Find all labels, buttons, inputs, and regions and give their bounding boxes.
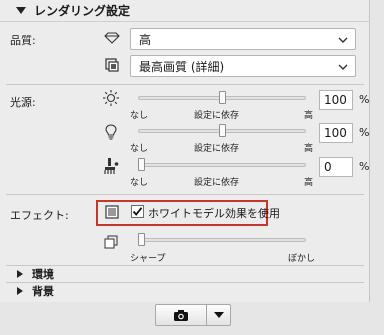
slider-thumb[interactable] [218,124,226,137]
white-model-icon [102,202,122,222]
blur-label: ぼかし [288,254,316,264]
chevron-down-icon [337,34,349,48]
percent-unit: % [359,93,370,106]
divider [6,84,364,85]
quality-select[interactable]: 高 [130,28,356,50]
texture-icon [102,55,122,75]
diamond-icon [102,28,122,48]
effect-label: エフェクト: [10,209,69,222]
slider-min-label: なし [130,111,149,121]
light-3-value: 0 [324,160,332,174]
snapshot-button[interactable] [155,304,207,326]
light-2-value: 100 [324,126,347,140]
light-slider-2[interactable] [138,124,306,137]
sharp-label: シャープ [130,254,166,264]
slider-thumb[interactable] [138,158,145,171]
light-1-value: 100 [324,93,347,107]
background-label: 背景 [32,285,54,298]
percent-unit: % [359,126,370,139]
snapshot-menu-button[interactable] [207,304,231,326]
light-1-value-input[interactable]: 100 [319,90,353,110]
slider-min-label: なし [130,144,149,154]
bottom-toolbar [155,304,231,326]
expand-triangle-icon [17,287,23,295]
camera-icon [174,309,188,321]
bulb-icon [101,122,121,142]
quality-label: 品質: [10,34,36,47]
rendering-panel: レンダリング設定 品質: 高 最高画質 (詳細) 光源: なし 設定に依存 高 … [0,0,370,302]
chevron-down-icon [337,61,349,75]
slider-min-label: なし [130,178,149,188]
slider-mid-label: 設定に依存 [194,144,240,154]
dropdown-arrow-icon [213,312,224,318]
light-3-value-input[interactable]: 0 [319,157,353,177]
rendering-settings-header[interactable]: レンダリング設定 [0,0,370,22]
percent-unit: % [359,160,370,173]
white-model-checkbox[interactable] [131,205,144,218]
light-label: 光源: [10,96,36,109]
sun-icon [101,88,121,108]
slider-max-label: 高 [304,111,314,121]
brush-icon [101,156,121,176]
section-title: レンダリング設定 [34,4,131,18]
light-slider-1[interactable] [138,91,306,104]
background-section[interactable]: 背景 [0,283,370,299]
expand-triangle-icon [17,270,23,278]
detail-select[interactable]: 最高画質 (詳細) [130,55,356,77]
environment-section[interactable]: 環境 [0,266,370,282]
slider-max-label: 高 [304,144,314,154]
checkmark-icon [132,207,143,216]
collapse-triangle-icon [16,7,26,14]
slider-thumb[interactable] [138,233,145,246]
light-2-value-input[interactable]: 100 [319,123,353,143]
slider-mid-label: 設定に依存 [194,178,240,188]
slider-mid-label: 設定に依存 [194,111,240,121]
light-slider-3[interactable] [138,158,306,171]
slider-max-label: 高 [304,178,314,188]
white-model-label[interactable]: ホワイトモデル効果を使用 [148,205,280,221]
detail-value: 最高画質 (詳細) [139,59,225,74]
divider [6,194,364,195]
environment-label: 環境 [32,268,54,281]
slider-thumb[interactable] [218,91,226,104]
blur-slider[interactable] [138,233,306,246]
quality-value: 高 [139,32,152,47]
blur-icon [101,232,121,252]
